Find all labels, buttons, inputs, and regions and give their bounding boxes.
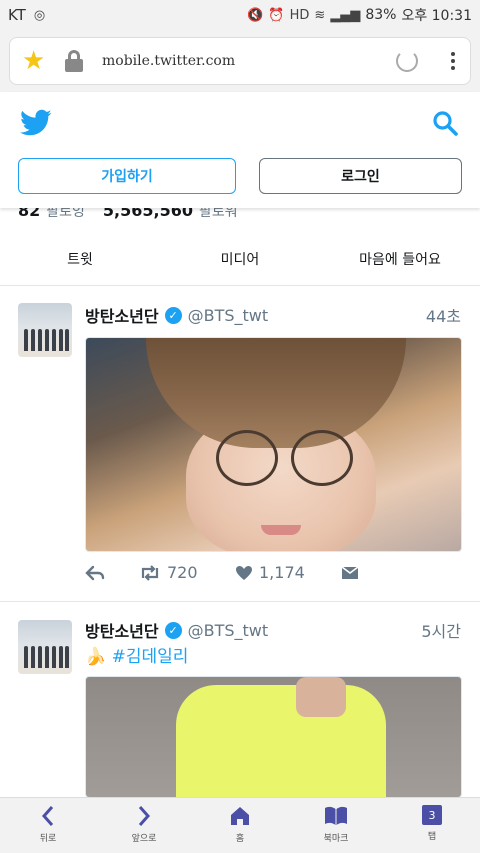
retweet-action[interactable]: 720 <box>139 563 235 582</box>
tweet-item[interactable]: 방탄소년단 ✓ @BTS_twt 44초 720 1,174 <box>0 287 480 601</box>
menu-icon[interactable] <box>448 52 458 70</box>
back-button[interactable]: 뒤로 <box>0 798 96 853</box>
star-icon[interactable]: ★ <box>22 48 52 74</box>
mute-icon: 🔇 <box>247 7 264 23</box>
reply-icon[interactable] <box>85 565 139 581</box>
bookmark-button[interactable]: 북마크 <box>288 798 384 853</box>
battery-level: 83% <box>365 7 397 23</box>
tweet-header: 방탄소년단 ✓ @BTS_twt <box>85 618 268 642</box>
url-text[interactable]: mobile.twitter.com <box>102 53 396 69</box>
login-button[interactable]: 로그인 <box>259 158 462 194</box>
browser-toolbar: ★ mobile.twitter.com <box>0 30 480 92</box>
tweet-author-handle[interactable]: @BTS_twt <box>188 621 269 640</box>
tweet-timestamp[interactable]: 44초 <box>426 303 461 327</box>
tweet-timestamp[interactable]: 5시간 <box>421 618 461 642</box>
tweet-author-name[interactable]: 방탄소년단 <box>85 618 159 642</box>
forward-icon <box>138 806 151 826</box>
tabs-label: 탭 <box>427 832 437 842</box>
tweet-text[interactable]: 🍌 #김데일리 <box>85 642 188 667</box>
tabs-icon: 3 <box>422 805 442 825</box>
tweet-author-name[interactable]: 방탄소년단 <box>85 303 159 327</box>
direct-message-icon[interactable] <box>341 565 359 580</box>
hd-icon: HD <box>289 7 310 23</box>
search-icon[interactable] <box>431 109 459 137</box>
tweet-actions: 720 1,174 <box>85 563 359 582</box>
like-count: 1,174 <box>259 563 305 582</box>
tab-tweets[interactable]: 트윗 <box>0 240 160 285</box>
reload-icon[interactable] <box>396 50 418 72</box>
twitter-header: 가입하기 로그인 <box>0 92 480 208</box>
alarm-icon: ⏰ <box>268 7 285 23</box>
tweet-photo[interactable] <box>85 676 462 797</box>
forward-label: 앞으로 <box>131 834 157 844</box>
tweet-photo[interactable] <box>85 337 462 552</box>
verified-badge-icon: ✓ <box>164 306 182 324</box>
avatar[interactable] <box>18 303 72 357</box>
wifi-icon: ≋ <box>314 7 326 23</box>
home-button[interactable]: 홈 <box>192 798 288 853</box>
back-icon <box>41 806 54 826</box>
tab-media[interactable]: 미디어 <box>160 240 320 285</box>
tweet-author-handle[interactable]: @BTS_twt <box>188 306 269 325</box>
settings-ring-icon: ◎ <box>33 7 46 23</box>
twitter-logo-icon[interactable] <box>20 109 52 141</box>
status-bar: KT ◎ 🔇 ⏰ HD ≋ ▂▄▆ 83% 오후 10:31 <box>0 0 480 30</box>
verified-badge-icon: ✓ <box>164 621 182 639</box>
signup-button[interactable]: 가입하기 <box>18 158 236 194</box>
lock-icon[interactable] <box>64 50 84 72</box>
carrier-label: KT <box>8 6 26 24</box>
retweet-icon <box>141 564 159 581</box>
tab-likes[interactable]: 마음에 들어요 <box>320 240 480 285</box>
avatar[interactable] <box>18 620 72 674</box>
tabs-button[interactable]: 3 탭 <box>384 798 480 853</box>
like-action[interactable]: 1,174 <box>235 563 341 582</box>
forward-button[interactable]: 앞으로 <box>96 798 192 853</box>
tweet-header: 방탄소년단 ✓ @BTS_twt <box>85 303 268 327</box>
signal-icon: ▂▄▆ <box>330 7 361 23</box>
home-label: 홈 <box>235 834 245 844</box>
clock: 오후 10:31 <box>401 8 472 24</box>
home-icon <box>231 807 249 825</box>
tweet-item[interactable]: 방탄소년단 ✓ @BTS_twt 5시간 🍌 #김데일리 <box>0 602 480 797</box>
bookmark-icon <box>325 806 347 825</box>
heart-icon <box>236 565 252 580</box>
back-label: 뒤로 <box>39 834 57 844</box>
profile-tabs: 트윗 미디어 마음에 들어요 <box>0 240 480 286</box>
browser-bottom-nav: 뒤로 앞으로 홈 북마크 3 탭 <box>0 797 480 853</box>
bookmark-label: 북마크 <box>323 834 349 844</box>
retweet-count: 720 <box>167 563 198 582</box>
address-bar[interactable]: ★ mobile.twitter.com <box>9 37 471 85</box>
